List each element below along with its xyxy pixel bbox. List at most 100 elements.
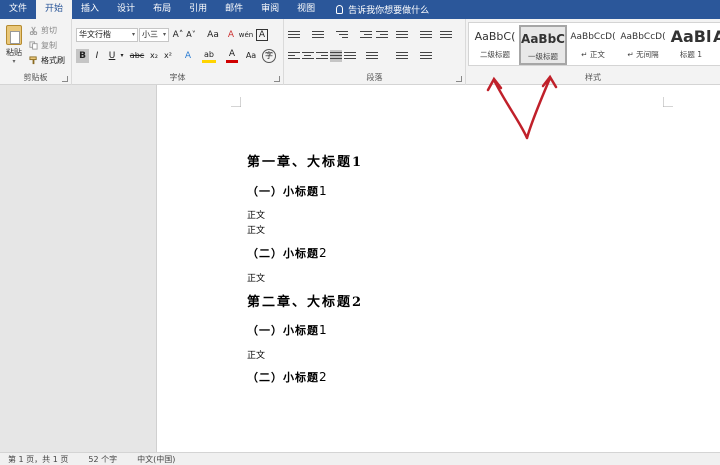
tab-layout[interactable]: 布局 [144, 0, 180, 19]
paste-label: 粘贴 [6, 48, 22, 57]
doc-heading-2: （一）小标题1 [247, 184, 328, 198]
style-preview: AaBbCcD( [570, 32, 616, 42]
show-marks-icon[interactable] [440, 29, 452, 41]
enclose-characters-button[interactable]: 字 [262, 49, 276, 63]
justify-icon[interactable] [330, 50, 342, 62]
cut-label: 剪切 [41, 26, 57, 35]
tab-review[interactable]: 审阅 [252, 0, 288, 19]
font-size-select[interactable]: 小三 ▾ [139, 28, 169, 42]
font-size-value: 小三 [142, 30, 158, 39]
tab-design[interactable]: 设计 [108, 0, 144, 19]
copy-label: 复制 [41, 41, 57, 50]
italic-button[interactable]: I [91, 49, 103, 63]
clear-formatting-button[interactable]: A [225, 28, 237, 42]
doc-body-text: 正文 [247, 211, 266, 221]
doc-heading-1: 第二章、大标题2 [247, 295, 364, 310]
font-aa-button[interactable]: Aa [244, 49, 258, 63]
shrink-font-button[interactable]: A˅ [185, 28, 197, 42]
multilevel-list-icon[interactable] [336, 29, 348, 41]
tell-me-text: 告诉我你想要做什么 [348, 6, 430, 16]
style-name: 标题 1 [679, 50, 703, 59]
font-color-button[interactable]: A [226, 49, 238, 63]
language-indicator[interactable]: 中文(中国) [137, 454, 175, 465]
chinese-layout-icon[interactable] [396, 29, 408, 41]
line-spacing-icon[interactable] [366, 50, 378, 62]
shading-icon[interactable] [396, 50, 408, 62]
tab-home[interactable]: 开始 [36, 0, 73, 19]
font-launcher-icon[interactable] [274, 76, 280, 82]
numbering-icon[interactable] [312, 29, 324, 41]
strikethrough-button[interactable]: abc [128, 49, 146, 63]
tell-me-box[interactable]: 告诉我你想要做什么 [336, 3, 429, 16]
change-case-button[interactable]: Aa [205, 28, 221, 42]
style-preview: A [713, 27, 720, 46]
sort-icon[interactable] [420, 29, 432, 41]
text-effects-button[interactable]: A [182, 49, 194, 63]
word-window: 文件 开始 插入 设计 布局 引用 邮件 审阅 视图 告诉我你想要做什么 粘贴 … [0, 0, 720, 465]
align-left-icon[interactable] [288, 50, 300, 62]
font-name-select[interactable]: 华文行楷 ▾ [76, 28, 138, 42]
tab-view[interactable]: 视图 [288, 0, 324, 19]
doc-heading-2: （一）小标题1 [247, 323, 328, 337]
paintbrush-icon [29, 56, 37, 65]
paragraph-group-label: 段落 [366, 73, 383, 82]
clipboard-launcher-icon[interactable] [62, 76, 68, 82]
status-bar: 第 1 页，共 1 页 52 个字 中文(中国) [0, 452, 720, 465]
tab-mailings[interactable]: 邮件 [216, 0, 252, 19]
underline-button[interactable]: U [106, 49, 118, 63]
font-name-value: 华文行楷 [79, 30, 111, 39]
increase-indent-icon[interactable] [376, 29, 388, 41]
grow-font-button[interactable]: A˄ [172, 28, 184, 42]
format-painter-label: 格式刷 [41, 56, 65, 65]
chevron-down-icon[interactable]: ▾ [119, 49, 125, 63]
style-title-1[interactable]: AaBl 标题 1 [667, 25, 715, 65]
distributed-icon[interactable] [344, 50, 356, 62]
style-heading-2[interactable]: AaBbC( 二级标题 [471, 25, 519, 65]
highlight-button[interactable]: ab [202, 49, 216, 63]
tab-references[interactable]: 引用 [180, 0, 216, 19]
style-preview: AaBbC [521, 32, 565, 46]
page-count[interactable]: 第 1 页，共 1 页 [8, 454, 68, 465]
paste-icon [6, 25, 22, 45]
format-painter-button[interactable]: 格式刷 [29, 55, 65, 66]
style-normal[interactable]: AaBbCcD( ↵ 正文 [569, 25, 617, 65]
style-name: ↵ 无间隔 [627, 50, 659, 59]
borders-icon[interactable] [420, 50, 432, 62]
align-right-icon[interactable] [316, 50, 328, 62]
copy-button[interactable]: 复制 [29, 40, 57, 51]
bullets-icon[interactable] [288, 29, 300, 41]
style-preview: AaBl [670, 27, 712, 46]
style-more[interactable]: A [713, 25, 720, 65]
doc-body-text: 正文 [247, 226, 266, 236]
subscript-button[interactable]: x₂ [148, 49, 160, 63]
superscript-button[interactable]: x² [162, 49, 174, 63]
ribbon-tab-bar: 文件 开始 插入 设计 布局 引用 邮件 审阅 视图 告诉我你想要做什么 [0, 0, 720, 19]
chevron-down-icon: ▾ [12, 58, 16, 65]
tab-insert[interactable]: 插入 [72, 0, 108, 19]
align-center-icon[interactable] [302, 50, 314, 62]
paragraph-group: 段落 [284, 19, 466, 85]
bold-button[interactable]: B [76, 49, 89, 63]
word-count[interactable]: 52 个字 [88, 454, 117, 465]
crop-mark-icon [663, 97, 673, 107]
styles-group-label: 样式 [585, 73, 601, 82]
doc-body-text: 正文 [247, 274, 266, 284]
doc-heading-2: （二）小标题2 [247, 370, 328, 384]
tab-file[interactable]: 文件 [0, 0, 36, 19]
paste-button[interactable]: 粘贴 ▾ [3, 25, 25, 65]
font-group-label: 字体 [169, 73, 186, 82]
cut-button[interactable]: 剪切 [29, 25, 57, 36]
style-name: ↵ 正文 [581, 50, 605, 59]
style-heading-1-selected[interactable]: AaBbC 一级标题 [519, 25, 567, 65]
styles-gallery: AaBbC( 二级标题 AaBbC 一级标题 AaBbCcD( ↵ 正文 AaB… [468, 22, 720, 66]
paragraph-launcher-icon[interactable] [456, 76, 462, 82]
doc-heading-1: 第一章、大标题1 [247, 155, 364, 170]
document-area[interactable]: 第一章、大标题1 （一）小标题1 正文 正文 （二）小标题2 正文 第二章、大标… [0, 85, 720, 452]
style-name: 二级标题 [480, 50, 510, 59]
phonetic-guide-button[interactable]: wén [238, 28, 254, 42]
copy-icon [29, 41, 38, 50]
document-page[interactable]: 第一章、大标题1 （一）小标题1 正文 正文 （二）小标题2 正文 第二章、大标… [156, 85, 720, 452]
character-border-button[interactable]: A [256, 29, 268, 41]
decrease-indent-icon[interactable] [360, 29, 372, 41]
style-no-spacing[interactable]: AaBbCcD( ↵ 无间隔 [619, 25, 667, 65]
